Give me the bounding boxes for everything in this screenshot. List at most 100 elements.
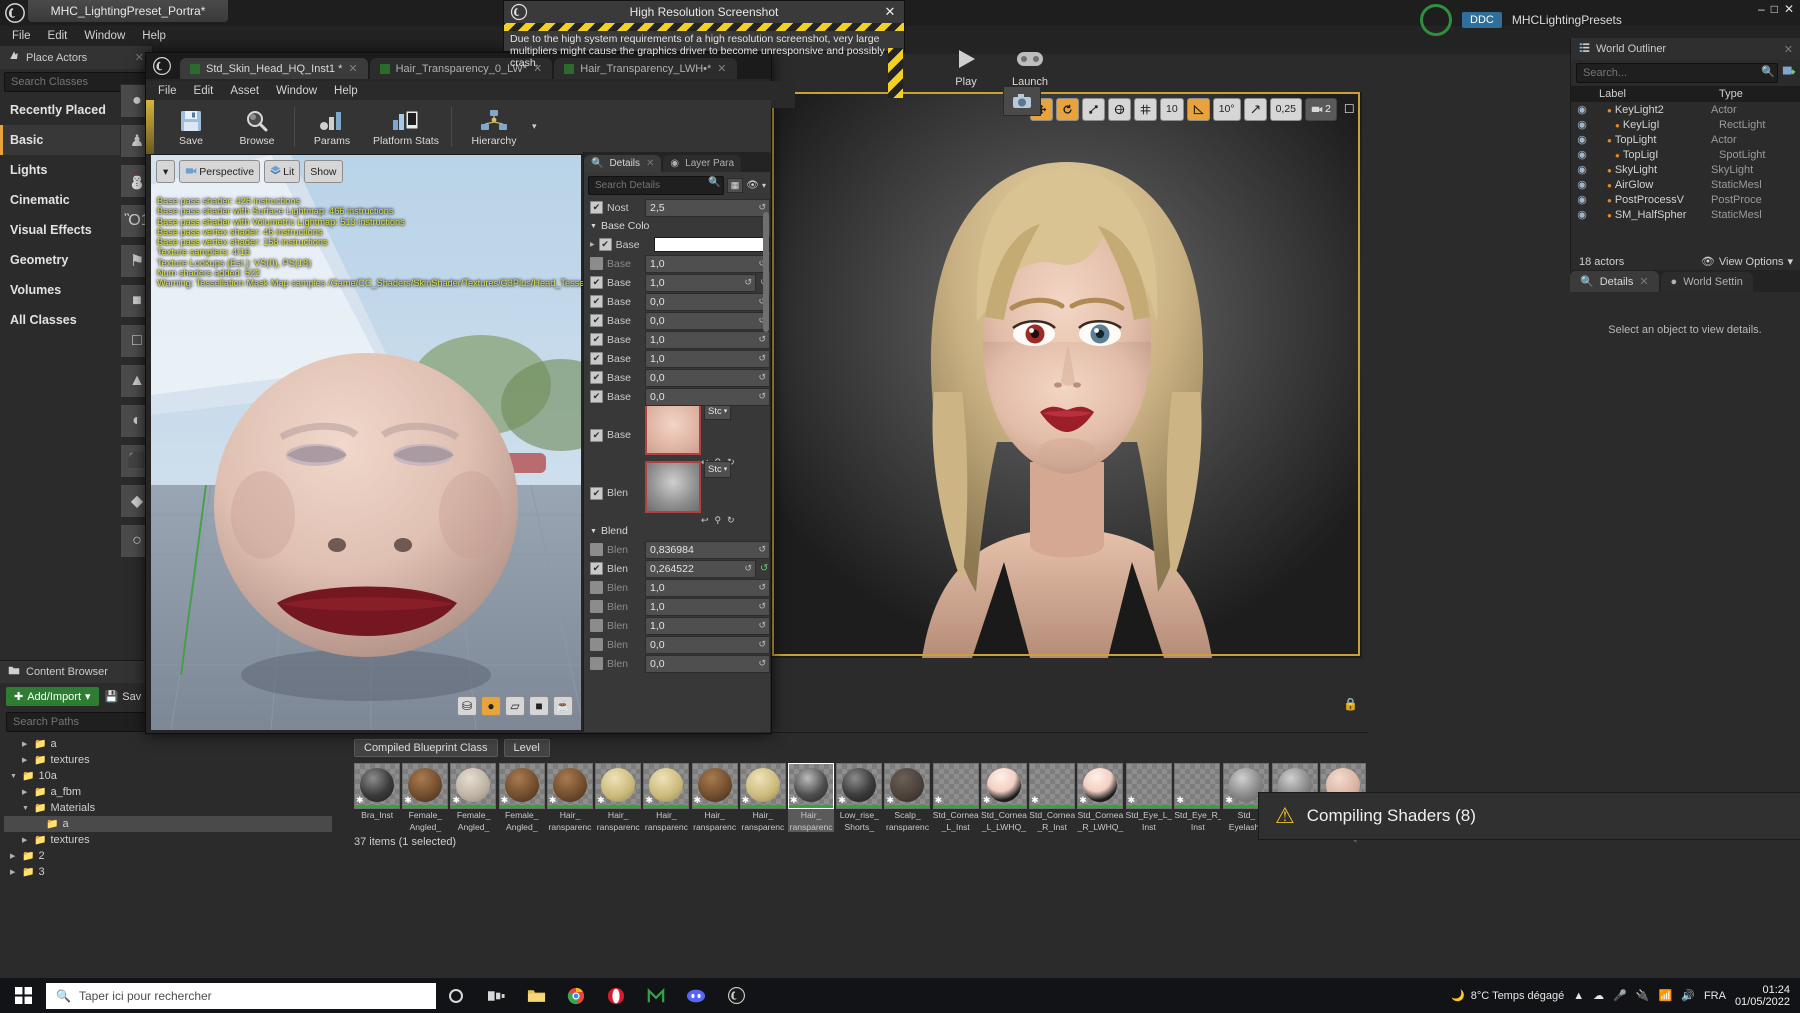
tree-expand-arrow-icon[interactable]: ▶ <box>22 740 30 748</box>
show-button[interactable]: Show <box>304 160 343 183</box>
revert-icon[interactable]: ↺ <box>758 353 766 364</box>
cylinder-shape-button[interactable]: ⛁ <box>457 696 477 716</box>
parameter-value-field[interactable]: 1,0↺ <box>645 349 770 368</box>
camera-speed-button[interactable]: 2 <box>1305 97 1337 121</box>
revert-icon[interactable]: ↺ <box>758 391 766 402</box>
lit-button[interactable]: Lit <box>264 160 301 183</box>
view-options-button[interactable]: 👁 View Options ▾ <box>1701 255 1793 269</box>
ddc-badge[interactable]: DDC <box>1462 12 1502 28</box>
angle-snap-button[interactable] <box>1186 97 1210 121</box>
outliner-col-label[interactable]: Label <box>1577 88 1719 100</box>
eye-icon[interactable]: ◉ <box>1573 133 1591 146</box>
parameter-row[interactable]: ✔ Blen 1,0 ↺ <box>584 578 770 597</box>
close-icon[interactable]: ✕ <box>348 62 357 75</box>
add-import-button[interactable]: ✚ Add/Import ▾ <box>6 687 99 706</box>
asset-thumbnail[interactable]: ✱ <box>643 763 690 809</box>
outliner-row[interactable]: ◉ ● PostProcessV PostProce <box>1571 192 1800 207</box>
parameter-checkbox[interactable]: ✔ <box>590 295 603 308</box>
parameter-row[interactable]: ✔Base1,0↺ <box>584 254 770 273</box>
parameter-checkbox[interactable]: ✔ <box>590 352 603 365</box>
screenshot-camera-button[interactable] <box>1003 86 1041 116</box>
parameter-value-field[interactable]: 0,836984 ↺ <box>645 540 770 559</box>
network-icon[interactable]: 📶 <box>1659 989 1673 1002</box>
parameter-row[interactable]: ✔Base1,0↺ <box>584 330 770 349</box>
texture-dropdown[interactable]: Stc ▾ <box>704 460 732 478</box>
eye-icon[interactable]: ◉ <box>1573 163 1591 176</box>
expand-arrow-icon[interactable]: ▶ <box>590 241 595 248</box>
teapot-shape-button[interactable]: ☕ <box>553 696 573 716</box>
parameter-row[interactable]: ✔ Blen 0,0 ↺ <box>584 635 770 654</box>
outliner-row[interactable]: ◉ ● TopLigI SpotLight <box>1571 147 1800 162</box>
parameter-row[interactable]: ▶ ✔ Base <box>584 235 770 254</box>
details-scrollbar[interactable] <box>763 212 769 332</box>
parameter-checkbox[interactable]: ✔ <box>590 333 603 346</box>
chevron-down-icon[interactable]: ▼ <box>590 528 597 535</box>
parameter-value-field[interactable]: 1,0↺ <box>645 254 770 273</box>
save-all-button[interactable]: 💾 Sav <box>105 690 142 704</box>
save-button[interactable]: Save <box>158 107 224 147</box>
outliner-row[interactable]: ◉ ● KeyLigI RectLight <box>1571 117 1800 132</box>
tab-world-settings[interactable]: ● World Settin <box>1660 272 1753 292</box>
parameter-row[interactable]: ✔ Nost 2,5 ↺ <box>584 198 770 217</box>
grid-view-icon[interactable]: ▦ <box>726 177 744 193</box>
chevron-up-icon[interactable]: ▲ <box>1573 990 1584 1002</box>
parameter-value-field[interactable]: 0,0↺ <box>645 635 770 654</box>
revert-icon[interactable]: ↺ <box>758 582 766 593</box>
content-tree-item[interactable]: 📁 a <box>4 816 332 832</box>
eye-icon[interactable]: ◉ <box>1573 148 1591 161</box>
asset-thumbnail[interactable]: ✱ <box>1029 763 1076 809</box>
asset-thumbnail[interactable]: ✱ <box>932 763 979 809</box>
onedrive-icon[interactable]: ☁ <box>1593 989 1604 1002</box>
tab-layer-parameters[interactable]: ◉ Layer Para <box>663 155 742 172</box>
scale-snap-value[interactable]: 0,25 <box>1269 97 1303 121</box>
parameter-checkbox[interactable]: ✔ <box>590 619 603 632</box>
usb-icon[interactable]: 🔌 <box>1636 989 1650 1002</box>
asset-thumbnail[interactable]: ✱ <box>1125 763 1172 809</box>
blend-mask-thumb[interactable] <box>645 460 701 513</box>
parameter-checkbox[interactable]: ✔ <box>590 486 603 500</box>
close-icon[interactable]: ✕ <box>1784 43 1793 56</box>
content-tree-item[interactable]: ▼ 📁 Materials <box>4 800 332 816</box>
eye-icon[interactable]: ◉ <box>1573 193 1591 206</box>
parameter-checkbox[interactable]: ✔ <box>590 257 603 270</box>
asset-item[interactable]: ✱ Hair_ ransparenc <box>739 763 786 832</box>
parameter-row[interactable]: ✔ Blen 1,0 ↺ <box>584 597 770 616</box>
asset-thumbnail[interactable]: ✱ <box>1077 763 1124 809</box>
skin-head-thumb[interactable] <box>645 402 701 455</box>
parameter-value-field[interactable]: 0,0↺ <box>645 368 770 387</box>
parameter-row[interactable]: ✔ Blen 1,0 ↺ <box>584 616 770 635</box>
asset-item[interactable]: ✱ Std_Cornea _R_LWHQ_ <box>1077 763 1123 832</box>
explorer-icon[interactable] <box>516 978 556 1013</box>
parameter-checkbox[interactable]: ✔ <box>590 638 603 651</box>
use-selected-asset-icon[interactable]: ↩ <box>701 515 709 526</box>
angle-snap-value[interactable]: 10° <box>1212 97 1241 121</box>
opera-icon[interactable] <box>596 978 636 1013</box>
scale-snap-button[interactable] <box>1243 97 1267 121</box>
parameter-checkbox[interactable]: ✔ <box>590 201 603 214</box>
eye-icon[interactable]: ◉ <box>1573 118 1591 131</box>
cortana-icon[interactable] <box>436 978 476 1013</box>
play-button[interactable]: Play <box>938 42 994 88</box>
volume-icon[interactable]: 🔊 <box>1681 989 1695 1002</box>
parameter-row[interactable]: ✔ Blen 0,0 ↺ <box>584 654 770 673</box>
asset-thumbnail[interactable]: ✱ <box>787 763 834 809</box>
parameter-row[interactable]: ✔Base0,0↺ <box>584 311 770 330</box>
parameter-value-field[interactable]: 0,0↺ <box>645 654 770 673</box>
asset-item[interactable]: ✱ Std_Cornea _R_Inst <box>1029 763 1075 832</box>
tree-expand-arrow-icon[interactable]: ▶ <box>22 756 30 764</box>
cube-shape-button[interactable]: ■ <box>529 696 549 716</box>
lock-icon[interactable]: 🔒 <box>1343 697 1358 711</box>
rotate-tool-button[interactable] <box>1056 97 1079 121</box>
parameter-value-field[interactable]: 0,0↺ <box>645 292 770 311</box>
asset-item[interactable]: ✱ Std_Cornea _L_LWHQ_ <box>980 763 1027 832</box>
parameter-row[interactable]: ✔Base0,0↺ <box>584 387 770 406</box>
parameter-checkbox[interactable]: ✔ <box>590 314 603 327</box>
weather-widget[interactable]: 🌙 8°C Temps dégagé <box>1451 989 1564 1003</box>
content-tree-item[interactable]: ▶ 📁 textures <box>4 752 332 768</box>
asset-item[interactable]: ✱ Low_rise_ Shorts_ <box>836 763 883 832</box>
outliner-row[interactable]: ◉ ● TopLight Actor <box>1571 132 1800 147</box>
start-button[interactable] <box>0 978 46 1013</box>
parameter-row[interactable]: ✔ Blen 0,264522 ↺ ↺ <box>584 559 770 578</box>
asset-thumbnail[interactable]: ✱ <box>546 763 593 809</box>
params-button[interactable]: Params <box>299 107 365 147</box>
